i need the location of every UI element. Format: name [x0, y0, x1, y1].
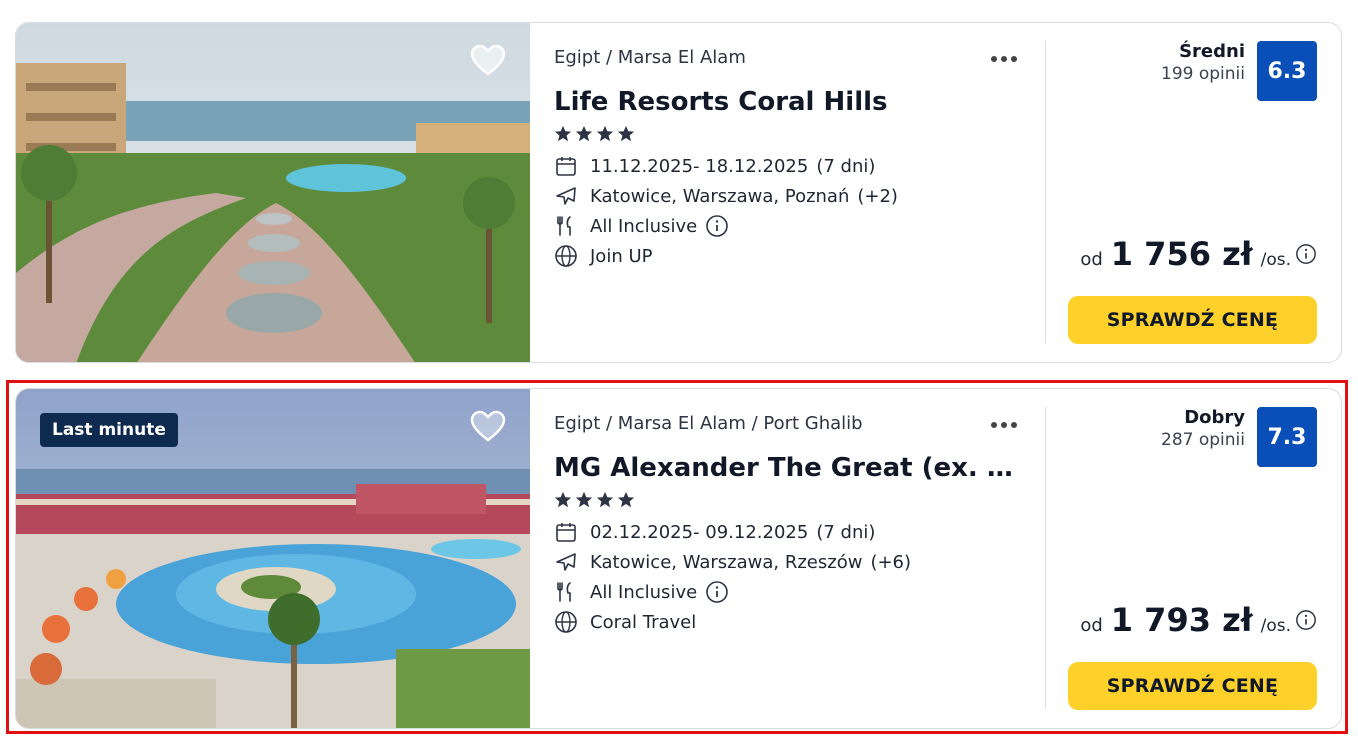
- price-prefix: od: [1080, 615, 1103, 636]
- rating-block: Dobry 287 opinii 7.3: [1161, 407, 1317, 467]
- dates-row: 02.12.2025- 09.12.2025 (7 dni): [554, 517, 1024, 547]
- duration-text: (7 dni): [816, 155, 876, 177]
- hotel-location: Egipt / Marsa El Alam: [554, 47, 746, 68]
- more-options-icon[interactable]: [988, 49, 1020, 69]
- check-price-button[interactable]: SPRAWDŹ CENĘ: [1068, 662, 1317, 710]
- departures-more[interactable]: (+2): [857, 186, 898, 207]
- globe-icon: [555, 611, 577, 633]
- dates-text: 11.12.2025- 18.12.2025: [590, 155, 809, 177]
- price-suffix: /os.: [1260, 616, 1291, 636]
- hotel-info: Egipt / Marsa El Alam Life Resorts Coral…: [554, 47, 1024, 271]
- departures-text: Katowice, Warszawa, Rzeszów: [590, 551, 863, 573]
- info-icon[interactable]: [705, 214, 729, 238]
- heart-icon[interactable]: [470, 409, 506, 445]
- calendar-icon: [556, 523, 576, 542]
- star-icon: [617, 491, 635, 508]
- check-price-button[interactable]: SPRAWDŹ CENĘ: [1068, 296, 1317, 344]
- hotel-info: Egipt / Marsa El Alam / Port Ghalib MG A…: [554, 413, 1024, 637]
- score-badge: 7.3: [1257, 407, 1317, 467]
- divider: [1045, 41, 1046, 343]
- star-icon: [596, 125, 614, 142]
- more-options-icon[interactable]: [988, 415, 1020, 435]
- operator-row: Coral Travel: [554, 607, 1024, 637]
- star-icon: [554, 125, 572, 142]
- hotel-name[interactable]: MG Alexander The Great (ex. Des...: [554, 453, 1024, 483]
- star-icon: [575, 491, 593, 508]
- board-text: All Inclusive: [590, 581, 698, 603]
- hotel-photo[interactable]: Last minute: [16, 389, 530, 728]
- price-amount: 1 756 zł: [1110, 235, 1253, 273]
- price-block: od 1 756 zł /os.: [1080, 235, 1317, 273]
- operator-row: Join UP: [554, 241, 1024, 271]
- price-prefix: od: [1080, 249, 1103, 270]
- star-icon: [596, 491, 614, 508]
- rating-block: Średni 199 opinii 6.3: [1161, 41, 1317, 101]
- operator-text: Join UP: [590, 245, 653, 267]
- board-row: All Inclusive: [554, 577, 1024, 607]
- plane-icon: [556, 553, 576, 571]
- score-badge: 6.3: [1257, 41, 1317, 101]
- hotel-name[interactable]: Life Resorts Coral Hills: [554, 87, 1024, 117]
- hotel-card-1[interactable]: Egipt / Marsa El Alam Life Resorts Coral…: [15, 22, 1342, 363]
- departures-row: Katowice, Warszawa, Poznań (+2): [554, 181, 1024, 211]
- hotel-stars: [554, 491, 1024, 511]
- calendar-icon: [556, 157, 576, 176]
- price-block: od 1 793 zł /os.: [1080, 601, 1317, 639]
- cutlery-icon: [557, 582, 571, 602]
- reviews-count[interactable]: 287 opinii: [1161, 430, 1245, 450]
- departures-row: Katowice, Warszawa, Rzeszów (+6): [554, 547, 1024, 577]
- rating-word: Dobry: [1184, 407, 1245, 428]
- star-icon: [617, 125, 635, 142]
- price-amount: 1 793 zł: [1110, 601, 1253, 639]
- globe-icon: [555, 245, 577, 267]
- hotel-photo[interactable]: [16, 23, 530, 362]
- plane-icon: [556, 187, 576, 205]
- board-row: All Inclusive: [554, 211, 1024, 241]
- star-icon: [575, 125, 593, 142]
- cutlery-icon: [557, 216, 571, 236]
- departures-more[interactable]: (+6): [870, 552, 911, 573]
- departures-text: Katowice, Warszawa, Poznań: [590, 185, 850, 207]
- divider: [1045, 407, 1046, 709]
- last-minute-badge: Last minute: [40, 413, 178, 447]
- reviews-count[interactable]: 199 opinii: [1161, 64, 1245, 84]
- info-icon[interactable]: [705, 580, 729, 604]
- info-icon[interactable]: [1295, 243, 1317, 265]
- rating-word: Średni: [1179, 41, 1245, 62]
- dates-text: 02.12.2025- 09.12.2025: [590, 521, 809, 543]
- dates-row: 11.12.2025- 18.12.2025 (7 dni): [554, 151, 1024, 181]
- price-suffix: /os.: [1260, 250, 1291, 270]
- board-text: All Inclusive: [590, 215, 698, 237]
- duration-text: (7 dni): [816, 521, 876, 543]
- star-icon: [554, 491, 572, 508]
- hotel-location: Egipt / Marsa El Alam / Port Ghalib: [554, 413, 863, 434]
- info-icon[interactable]: [1295, 609, 1317, 631]
- hotel-stars: [554, 125, 1024, 145]
- operator-text: Coral Travel: [590, 611, 697, 633]
- heart-icon[interactable]: [470, 43, 506, 79]
- hotel-card-2[interactable]: Last minute Egipt / Marsa El Alam / Port…: [15, 388, 1342, 729]
